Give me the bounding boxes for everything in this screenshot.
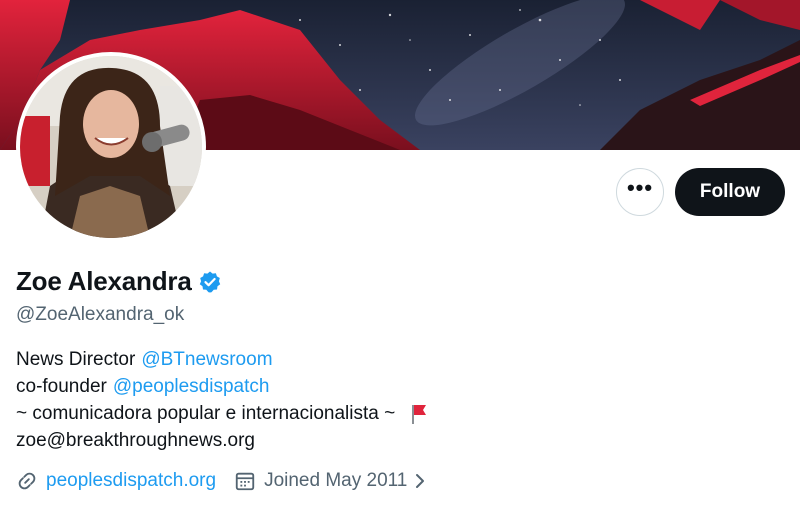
bio-text: News Director	[16, 349, 136, 370]
bio-line: co-founder @peoplesdispatch	[16, 373, 429, 400]
profile-avatar[interactable]	[16, 52, 206, 242]
profile-meta: peoplesdispatch.org Joined May 2011	[16, 470, 427, 492]
bio-line: ~ comunicadora popular e internacionalis…	[16, 400, 429, 427]
bio-text: co-founder	[16, 376, 107, 397]
link-icon	[16, 470, 38, 492]
bio-line: zoe@breakthroughnews.org	[16, 427, 429, 454]
bio-email: zoe@breakthroughnews.org	[16, 430, 255, 451]
bio-text: ~ comunicadora popular e internacionalis…	[16, 403, 396, 424]
name-row: Zoe Alexandra	[16, 266, 222, 297]
chevron-right-icon[interactable]	[413, 471, 427, 491]
profile-bio: News Director @BTnewsroom co-founder @pe…	[16, 346, 429, 454]
calendar-icon	[234, 470, 256, 492]
website-link[interactable]: peoplesdispatch.org	[46, 470, 216, 492]
red-flag-icon	[409, 403, 429, 425]
verified-badge-icon[interactable]	[198, 270, 222, 294]
follow-button[interactable]: Follow	[675, 168, 785, 216]
joined-date: Joined May 2011	[264, 470, 408, 491]
more-options-icon: •••	[626, 175, 654, 200]
bio-line: News Director @BTnewsroom	[16, 346, 429, 373]
avatar-photo	[20, 56, 202, 238]
more-options-button[interactable]: •••	[616, 168, 664, 216]
display-name: Zoe Alexandra	[16, 266, 192, 296]
mention-link[interactable]: @peoplesdispatch	[113, 373, 270, 400]
mention-link[interactable]: @BTnewsroom	[141, 346, 272, 373]
profile-handle: @ZoeAlexandra_ok	[16, 304, 185, 325]
